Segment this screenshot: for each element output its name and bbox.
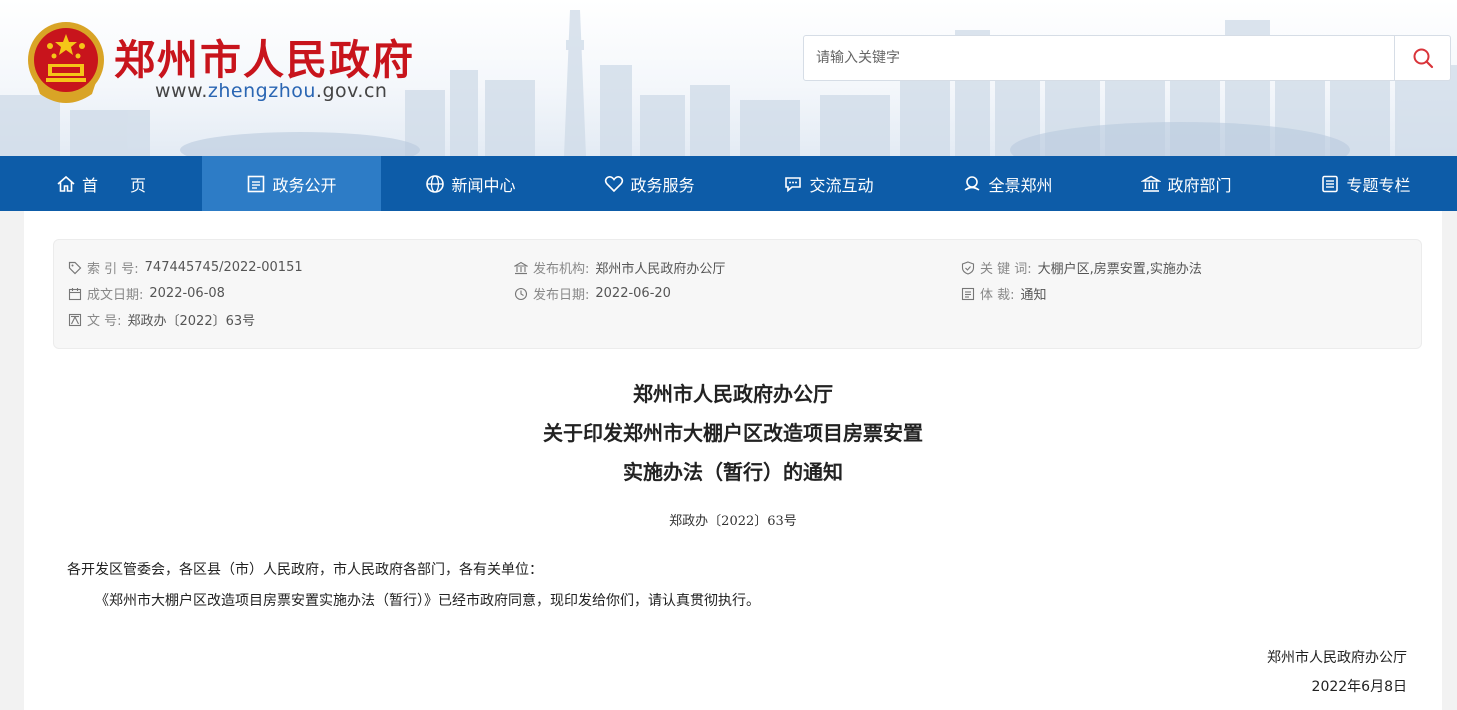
search-input[interactable] <box>804 36 1394 80</box>
meta-value: 郑政办〔2022〕63号 <box>127 314 256 329</box>
meta-value: 2022-06-08 <box>149 286 225 301</box>
nav-item-panorama[interactable]: 全景郑州 <box>918 156 1097 211</box>
nav-item-special-topics[interactable]: 专题专栏 <box>1276 156 1455 211</box>
meta-value: 通知 <box>1020 288 1047 303</box>
home-icon <box>57 175 75 192</box>
document-title-line: 关于印发郑州市大棚户区改造项目房票安置 <box>543 421 923 445</box>
meta-label: 发布日期: <box>533 288 590 303</box>
meta-index-number: 索 引 号: 747445745/2022-00151 <box>68 258 303 277</box>
list-icon <box>961 287 975 300</box>
url-highlight: zhengzhou <box>207 80 316 102</box>
shield-icon <box>961 260 975 275</box>
meta-label: 体 裁: <box>980 288 1015 303</box>
globe-icon <box>426 174 445 193</box>
meta-document-number: 文 号: 郑政办〔2022〕63号 <box>68 310 255 329</box>
heart-icon <box>605 175 624 192</box>
document-icon <box>68 313 82 326</box>
meta-label: 关 键 词: <box>980 262 1032 277</box>
nav-item-label: 政务公开 <box>272 175 337 195</box>
nav-item-government-services[interactable]: 政务服务 <box>560 156 739 211</box>
meta-label: 文 号: <box>87 314 122 329</box>
search-button[interactable] <box>1394 36 1450 80</box>
meta-label: 索 引 号: <box>87 262 139 277</box>
topic-icon <box>1322 175 1339 192</box>
chat-icon <box>785 176 802 192</box>
main-navigation: 首 页 政务公开 新闻中心 政务服务 交流互动 全景郑州 政府部门 专题专栏 <box>0 156 1457 211</box>
nav-item-label: 首 页 <box>81 175 146 195</box>
meta-written-date: 成文日期: 2022-06-08 <box>68 284 225 303</box>
document-date: 2022年6月8日 <box>1311 679 1407 695</box>
meta-value: 2022-06-20 <box>595 286 671 301</box>
nav-item-news-center[interactable]: 新闻中心 <box>381 156 560 211</box>
nav-item-departments[interactable]: 政府部门 <box>1097 156 1276 211</box>
meta-value: 747445745/2022-00151 <box>144 260 303 275</box>
url-suffix: .gov.cn <box>315 80 388 102</box>
nav-item-label: 政府部门 <box>1167 175 1232 195</box>
document-salutation: 各开发区管委会，各区县（市）人民政府，市人民政府各部门，各有关单位： <box>67 562 543 578</box>
document-title-line: 实施办法（暂行）的通知 <box>623 460 843 484</box>
calendar-icon <box>68 287 82 300</box>
meta-label: 成文日期: <box>87 288 144 303</box>
site-title[interactable]: 郑州市人民政府 <box>114 26 415 86</box>
nav-item-label: 交流互动 <box>809 175 874 195</box>
building-icon <box>1141 175 1162 192</box>
site-header: 郑州市人民政府 www.zhengzhou.gov.cn <box>0 0 1457 156</box>
document-title: 郑州市人民政府办公厅 关于印发郑州市大棚户区改造项目房票安置 实施办法（暂行）的… <box>24 375 1442 492</box>
site-url[interactable]: www.zhengzhou.gov.cn <box>155 80 387 102</box>
meta-issuer: 发布机构: 郑州市人民政府办公厅 <box>514 258 725 277</box>
document-signature: 郑州市人民政府办公厅 <box>1267 650 1407 666</box>
institution-icon <box>514 261 528 274</box>
meta-value: 大棚户区,房票安置,实施办法 <box>1037 262 1202 277</box>
clock-icon <box>514 287 528 300</box>
tag-icon <box>68 261 82 274</box>
meta-value: 郑州市人民政府办公厅 <box>595 262 726 277</box>
document-metadata-panel: 索 引 号: 747445745/2022-00151 发布机构: 郑州市人民政府办… <box>53 239 1422 349</box>
nav-item-interaction[interactable]: 交流互动 <box>739 156 918 211</box>
search-box <box>803 35 1451 81</box>
meta-keywords: 关 键 词: 大棚户区,房票安置,实施办法 <box>961 258 1202 277</box>
article-container: 索 引 号: 747445745/2022-00151 发布机构: 郑州市人民政府办… <box>24 211 1442 710</box>
meta-genre: 体 裁: 通知 <box>961 284 1047 303</box>
meta-label: 发布机构: <box>533 262 590 277</box>
nav-item-government-affairs[interactable]: 政务公开 <box>202 156 381 211</box>
search-icon <box>1413 48 1433 69</box>
panorama-icon <box>965 175 980 191</box>
nav-item-label: 专题专栏 <box>1346 175 1411 195</box>
url-prefix: www. <box>155 80 208 102</box>
meta-publish-date: 发布日期: 2022-06-20 <box>514 284 671 303</box>
bulletin-icon <box>248 175 265 192</box>
nav-item-label: 政务服务 <box>630 175 695 195</box>
document-body-paragraph: 《郑州市大棚户区改造项目房票安置实施办法（暂行）》已经市政府同意，现印发给你们，… <box>95 593 760 609</box>
nav-item-home[interactable]: 首 页 <box>0 156 202 211</box>
national-emblem-logo <box>28 22 104 103</box>
nav-item-label: 新闻中心 <box>451 175 516 195</box>
nav-item-label: 全景郑州 <box>988 175 1053 195</box>
document-title-line: 郑州市人民政府办公厅 <box>633 382 833 406</box>
document-number: 郑政办〔2022〕63号 <box>669 514 797 529</box>
